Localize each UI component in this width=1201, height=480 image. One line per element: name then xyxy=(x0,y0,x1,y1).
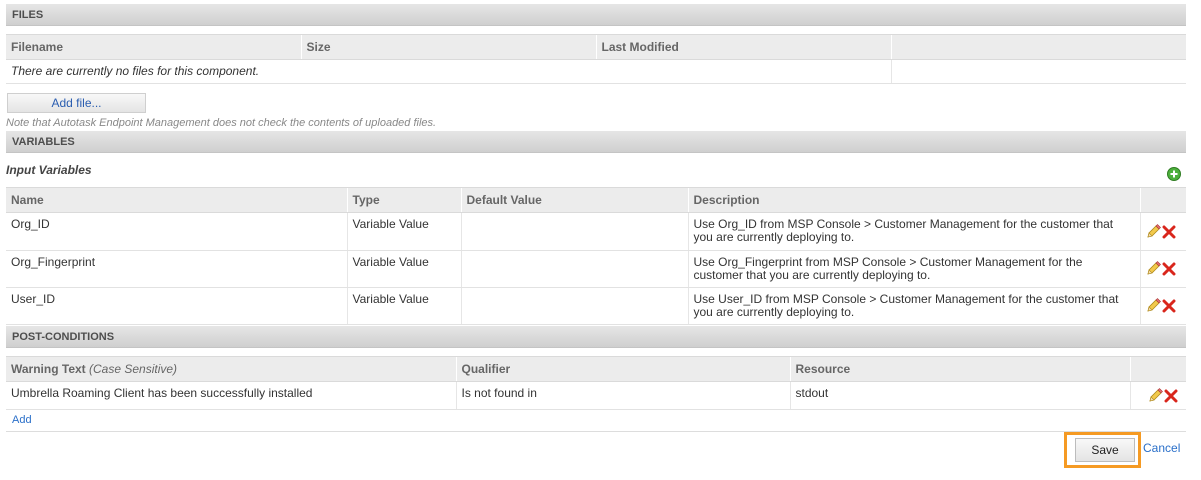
files-table: Filename Size Last Modified There are cu… xyxy=(6,34,1186,84)
table-row: User_ID Variable Value Use User_ID from … xyxy=(6,287,1186,325)
postcondition-resource: stdout xyxy=(789,381,1130,410)
pencil-icon[interactable] xyxy=(1145,223,1161,240)
files-section-title: FILES xyxy=(12,9,44,21)
pencil-icon[interactable] xyxy=(1145,298,1161,314)
files-empty-message: There are currently no files for this co… xyxy=(6,59,891,84)
variables-section-title: VARIABLES xyxy=(12,136,75,148)
postconditions-col-actions xyxy=(1129,356,1186,382)
postconditions-table-header: Warning Text (Case Sensitive) Qualifier … xyxy=(6,356,1186,382)
delete-x-icon[interactable] xyxy=(1162,225,1176,239)
variable-type: Variable Value xyxy=(346,250,461,288)
save-button[interactable]: Save xyxy=(1075,438,1135,462)
variable-default xyxy=(460,212,688,251)
variables-section-header: VARIABLES xyxy=(6,131,1186,153)
variable-name: Org_ID xyxy=(6,212,347,251)
delete-x-icon[interactable] xyxy=(1164,389,1178,403)
postcondition-warning: Umbrella Roaming Client has been success… xyxy=(6,381,456,410)
variable-description: Use Org_ID from MSP Console > Customer M… xyxy=(687,212,1140,251)
table-row: Umbrella Roaming Client has been success… xyxy=(6,381,1186,410)
pencil-icon[interactable] xyxy=(1145,261,1161,277)
case-sensitive-note: (Case Sensitive) xyxy=(89,362,178,376)
files-col-filename: Filename xyxy=(6,34,301,60)
variables-col-name: Name xyxy=(6,187,347,213)
variable-description: Use User_ID from MSP Console > Customer … xyxy=(687,287,1140,325)
warning-text-label: Warning Text xyxy=(11,362,86,376)
table-row: Org_ID Variable Value Use Org_ID from MS… xyxy=(6,212,1186,251)
variables-table-header: Name Type Default Value Description xyxy=(6,187,1186,213)
cancel-link[interactable]: Cancel xyxy=(1143,441,1180,455)
postconditions-section-header: POST-CONDITIONS xyxy=(6,326,1186,348)
files-empty-row: There are currently no files for this co… xyxy=(6,59,1186,84)
postconditions-col-warning: Warning Text (Case Sensitive) xyxy=(6,356,456,382)
files-col-size: Size xyxy=(300,34,596,60)
variable-default xyxy=(460,250,688,288)
variable-description: Use Org_Fingerprint from MSP Console > C… xyxy=(687,250,1140,288)
add-file-button[interactable]: Add file... xyxy=(7,93,146,113)
variable-name: Org_Fingerprint xyxy=(6,250,347,288)
footer-divider xyxy=(6,431,1186,432)
add-postcondition-link[interactable]: Add xyxy=(12,414,32,426)
variables-col-type: Type xyxy=(346,187,461,213)
delete-x-icon[interactable] xyxy=(1162,262,1176,276)
variable-name: User_ID xyxy=(6,287,347,325)
files-table-header: Filename Size Last Modified xyxy=(6,34,1186,60)
files-section-header: FILES xyxy=(6,4,1186,26)
variable-type: Variable Value xyxy=(346,212,461,251)
input-variables-title: Input Variables xyxy=(6,163,92,177)
files-col-actions xyxy=(890,34,1186,60)
variables-col-actions xyxy=(1139,187,1186,213)
variables-col-description: Description xyxy=(687,187,1140,213)
delete-x-icon[interactable] xyxy=(1162,299,1176,313)
variables-col-default: Default Value xyxy=(460,187,688,213)
files-note: Note that Autotask Endpoint Management d… xyxy=(6,117,437,129)
variable-default xyxy=(460,287,688,325)
postconditions-col-qualifier: Qualifier xyxy=(455,356,790,382)
postconditions-section-title: POST-CONDITIONS xyxy=(12,331,115,343)
postcondition-qualifier: Is not found in xyxy=(455,381,790,410)
variable-type: Variable Value xyxy=(346,287,461,325)
postconditions-col-resource: Resource xyxy=(789,356,1130,382)
variables-table: Name Type Default Value Description Org_… xyxy=(6,187,1186,325)
postconditions-table: Warning Text (Case Sensitive) Qualifier … xyxy=(6,356,1186,410)
plus-circle-icon[interactable] xyxy=(1167,167,1181,181)
pencil-icon[interactable] xyxy=(1147,387,1163,404)
table-row: Org_Fingerprint Variable Value Use Org_F… xyxy=(6,250,1186,288)
files-col-last-modified: Last Modified xyxy=(595,34,891,60)
